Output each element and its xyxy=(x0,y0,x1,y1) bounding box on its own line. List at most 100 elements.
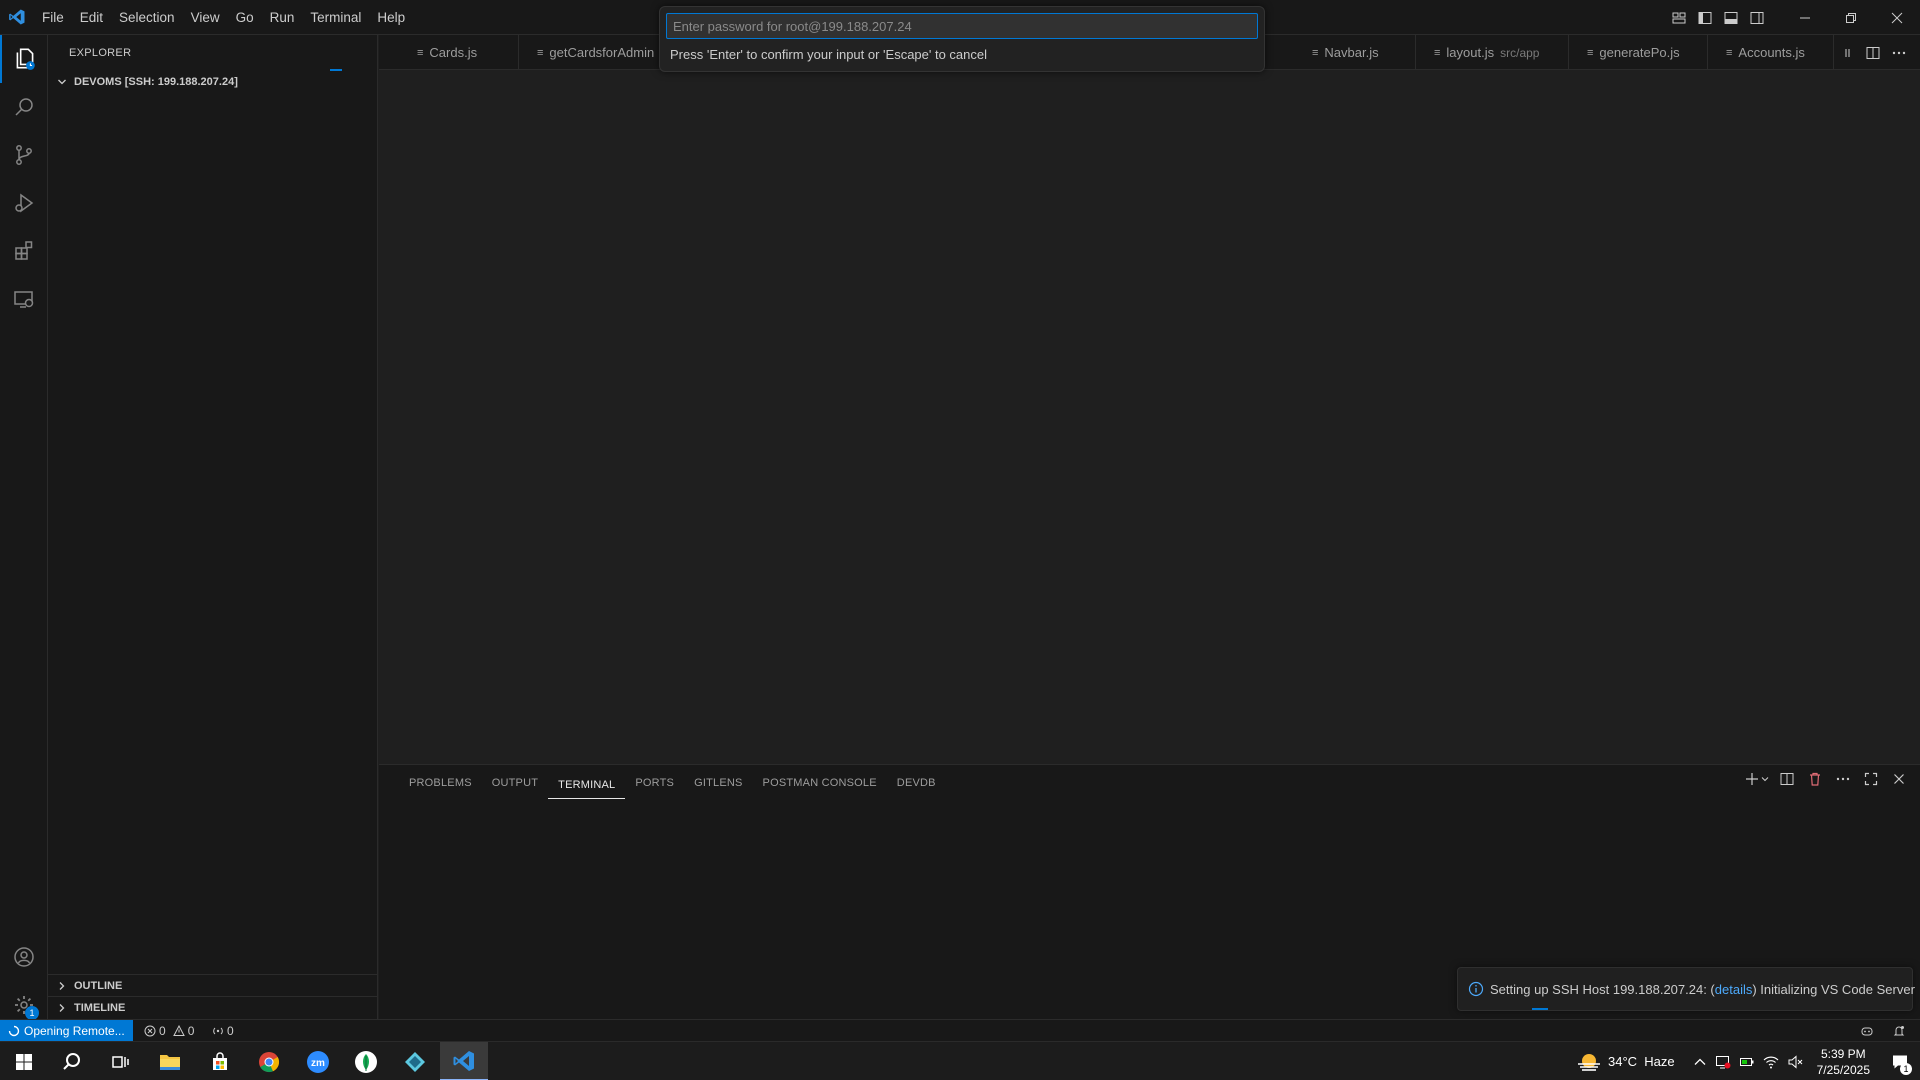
file-explorer-app[interactable] xyxy=(146,1042,194,1080)
weather-widget[interactable]: 34°C Haze xyxy=(1562,1052,1689,1072)
details-link[interactable]: details xyxy=(1715,982,1753,997)
maximize-panel-button[interactable] xyxy=(1860,771,1882,787)
activity-search[interactable] xyxy=(0,83,48,131)
panel-tab-devdb[interactable]: DEVDB xyxy=(887,765,946,801)
info-icon xyxy=(1468,981,1484,997)
zoom-app[interactable]: zm xyxy=(294,1042,342,1080)
activity-extensions[interactable] xyxy=(0,227,48,275)
tab-description: src/app xyxy=(1500,45,1540,60)
menu-help[interactable]: Help xyxy=(369,0,413,35)
root-folder-header[interactable]: DEVOMS [SSH: 199.188.207.24] xyxy=(48,71,378,93)
chrome-icon xyxy=(259,1051,280,1072)
tab-accounts-js[interactable]: ≡ Accounts.js xyxy=(1708,35,1834,70)
clock[interactable]: 5:39 PM 7/25/2025 xyxy=(1807,1046,1880,1078)
tab-generatepo-js[interactable]: ≡ generatePo.js xyxy=(1569,35,1708,70)
more-actions-button[interactable] xyxy=(1888,43,1910,63)
ports-status[interactable]: 0 xyxy=(212,1020,234,1042)
notification-suffix: ) Initializing VS Code Server xyxy=(1752,981,1915,997)
show-hidden-icons-button[interactable] xyxy=(1689,1055,1711,1069)
tab-navbar-js[interactable]: ≡ Navbar.js xyxy=(1294,35,1416,70)
chevron-right-icon xyxy=(54,978,70,994)
panel-actions xyxy=(1744,771,1910,787)
menu-terminal[interactable]: Terminal xyxy=(302,0,369,35)
panel-tab-terminal[interactable]: TERMINAL xyxy=(548,771,626,799)
battery-tray-icon[interactable] xyxy=(1735,1054,1759,1070)
activity-bar: 1 xyxy=(0,35,48,1020)
activity-accounts[interactable] xyxy=(0,933,48,981)
vscode-app[interactable] xyxy=(440,1042,488,1080)
menu-view[interactable]: View xyxy=(183,0,228,35)
chrome-app[interactable] xyxy=(245,1042,293,1080)
plus-icon xyxy=(1746,773,1758,785)
toggle-secondary-sidebar-button[interactable] xyxy=(1744,0,1770,35)
menu-go[interactable]: Go xyxy=(228,0,262,35)
mongodb-compass-app[interactable] xyxy=(342,1042,390,1080)
warnings-count: 0 xyxy=(187,1024,195,1038)
panel-more-button[interactable] xyxy=(1832,771,1854,787)
bell-icon xyxy=(1893,1026,1905,1036)
activity-source-control[interactable] xyxy=(0,131,48,179)
panel-tab-gitlens[interactable]: GITLENS xyxy=(684,765,752,801)
taskbar-search-button[interactable] xyxy=(48,1042,96,1080)
tab-layout-js[interactable]: ≡ layout.js src/app xyxy=(1416,35,1569,70)
remote-indicator[interactable]: Opening Remote... xyxy=(0,1020,133,1042)
editor-area[interactable] xyxy=(379,71,1920,764)
errors-count: 0 xyxy=(159,1024,166,1038)
copilot-status[interactable] xyxy=(1860,1020,1874,1042)
notifications-status[interactable] xyxy=(1892,1020,1906,1042)
action-center-button[interactable]: 1 xyxy=(1880,1042,1920,1080)
file-icon: ≡ xyxy=(1726,46,1733,59)
close-icon xyxy=(1894,774,1904,784)
panel-tab-problems[interactable]: PROBLEMS xyxy=(399,765,482,801)
extensions-icon xyxy=(15,241,33,260)
panel-tab-postman-console[interactable]: POSTMAN CONSOLE xyxy=(753,765,887,801)
tab-cards-js[interactable]: ≡ Cards.js xyxy=(399,35,519,70)
minimize-button[interactable] xyxy=(1782,0,1828,35)
close-panel-button[interactable] xyxy=(1888,771,1910,787)
panel-tab-ports[interactable]: PORTS xyxy=(625,765,684,801)
security-tray-icon[interactable] xyxy=(1711,1054,1735,1070)
new-terminal-button[interactable] xyxy=(1744,771,1770,787)
folder-icon xyxy=(160,1054,180,1070)
close-window-button[interactable] xyxy=(1874,0,1920,35)
password-input[interactable] xyxy=(666,13,1258,39)
app-diamond[interactable] xyxy=(391,1042,439,1080)
problems-status[interactable]: 0 0 xyxy=(144,1020,194,1042)
customize-layout-button[interactable] xyxy=(1666,0,1692,35)
menu-file[interactable]: File xyxy=(34,0,72,35)
split-terminal-button[interactable] xyxy=(1776,771,1798,787)
vscode-logo-icon xyxy=(9,9,25,25)
system-tray: 34°C Haze 5:39 PM 7/25/2025 1 xyxy=(1562,1042,1920,1080)
menu-selection[interactable]: Selection xyxy=(111,0,183,35)
toggle-panel-button[interactable] xyxy=(1718,0,1744,35)
account-icon xyxy=(14,947,34,967)
weather-label: 34°C Haze xyxy=(1607,1054,1675,1069)
files-icon xyxy=(16,48,35,70)
kill-terminal-button[interactable] xyxy=(1804,771,1826,787)
restore-button[interactable] xyxy=(1828,0,1874,35)
tab-label: getCardsforAdmin xyxy=(549,45,655,60)
open-changes-button[interactable] xyxy=(1838,43,1858,63)
start-button[interactable] xyxy=(0,1042,48,1080)
quick-input-widget: Press 'Enter' to confirm your input or '… xyxy=(659,6,1265,72)
activity-remote-explorer[interactable] xyxy=(0,275,48,323)
task-view-button[interactable] xyxy=(96,1042,144,1080)
toggle-primary-sidebar-button[interactable] xyxy=(1692,0,1718,35)
layout-grid-icon xyxy=(1672,12,1686,23)
activity-run-debug[interactable] xyxy=(0,179,48,227)
activity-explorer[interactable] xyxy=(0,35,48,83)
monitor-alert-icon xyxy=(1715,1055,1731,1068)
volume-tray-icon[interactable] xyxy=(1783,1054,1807,1070)
title-controls xyxy=(1666,0,1920,35)
menu-edit[interactable]: Edit xyxy=(72,0,111,35)
notification-count: 1 xyxy=(1900,1063,1912,1075)
primary-sidebar: EXPLORER DEVOMS [SSH: 199.188.207.24] OU… xyxy=(48,35,378,1019)
tab-getcardsforadmin[interactable]: ≡ getCardsforAdmin xyxy=(519,35,669,70)
outline-section-header[interactable]: OUTLINE xyxy=(48,974,378,996)
split-editor-button[interactable] xyxy=(1862,43,1884,63)
menu-run[interactable]: Run xyxy=(262,0,303,35)
microsoft-store-app[interactable] xyxy=(196,1042,244,1080)
panel-tab-output[interactable]: OUTPUT xyxy=(482,765,548,801)
timeline-section-header[interactable]: TIMELINE xyxy=(48,996,378,1018)
network-tray-icon[interactable] xyxy=(1759,1054,1783,1070)
